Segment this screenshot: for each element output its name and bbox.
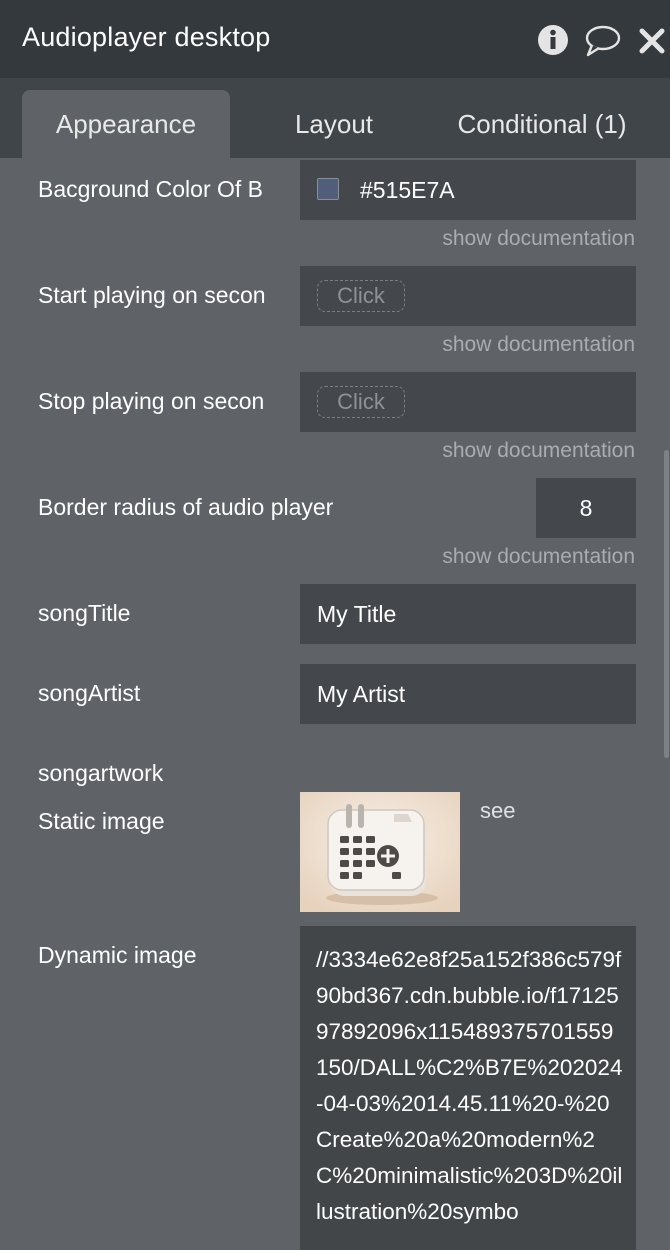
- bg-color-value: #515E7A: [360, 177, 455, 203]
- dynamic-image-expression[interactable]: //3334e62e8f25a152f386c579f90bd367.cdn.b…: [300, 926, 636, 1250]
- artwork-illustration: [300, 792, 460, 912]
- tab-bar: Appearance Layout Conditional (1): [0, 78, 670, 158]
- song-artwork-label: songartwork: [38, 760, 164, 786]
- bg-color-label: Bacground Color Of B: [38, 176, 264, 202]
- stop-playing-field[interactable]: Click: [300, 372, 636, 432]
- border-radius-label: Border radius of audio player: [38, 494, 334, 520]
- song-artist-label: songArtist: [38, 680, 141, 706]
- static-image-label: Static image: [38, 808, 165, 834]
- song-title-input[interactable]: My Title: [300, 584, 636, 644]
- bg-color-field[interactable]: #515E7A: [300, 160, 636, 220]
- dynamic-image-label: Dynamic image: [38, 942, 197, 968]
- close-icon[interactable]: [639, 28, 665, 59]
- panel-title: Audioplayer desktop: [22, 22, 271, 52]
- click-placeholder[interactable]: Click: [317, 280, 405, 312]
- tab-conditional[interactable]: Conditional (1): [440, 90, 644, 158]
- border-radius-input[interactable]: 8: [536, 478, 636, 538]
- color-swatch[interactable]: [317, 178, 339, 200]
- song-title-value: My Title: [317, 601, 397, 627]
- click-placeholder[interactable]: Click: [317, 386, 405, 418]
- show-documentation-link[interactable]: show documentation: [442, 333, 635, 357]
- comment-icon[interactable]: [584, 24, 622, 63]
- see-link[interactable]: see: [480, 798, 515, 824]
- tab-appearance[interactable]: Appearance: [22, 90, 230, 158]
- panel-header: Audioplayer desktop: [0, 0, 670, 78]
- tab-layout[interactable]: Layout: [266, 90, 402, 158]
- show-documentation-link[interactable]: show documentation: [442, 439, 635, 463]
- start-playing-label: Start playing on secon: [38, 282, 266, 308]
- scrollbar-thumb[interactable]: [664, 450, 669, 758]
- song-artist-input[interactable]: My Artist: [300, 664, 636, 724]
- show-documentation-link[interactable]: show documentation: [442, 227, 635, 251]
- static-image-thumbnail[interactable]: [300, 792, 460, 912]
- show-documentation-link[interactable]: show documentation: [442, 545, 635, 569]
- start-playing-field[interactable]: Click: [300, 266, 636, 326]
- info-icon[interactable]: [537, 24, 569, 61]
- song-artist-value: My Artist: [317, 681, 406, 707]
- stop-playing-label: Stop playing on secon: [38, 388, 265, 414]
- song-title-label: songTitle: [38, 600, 131, 626]
